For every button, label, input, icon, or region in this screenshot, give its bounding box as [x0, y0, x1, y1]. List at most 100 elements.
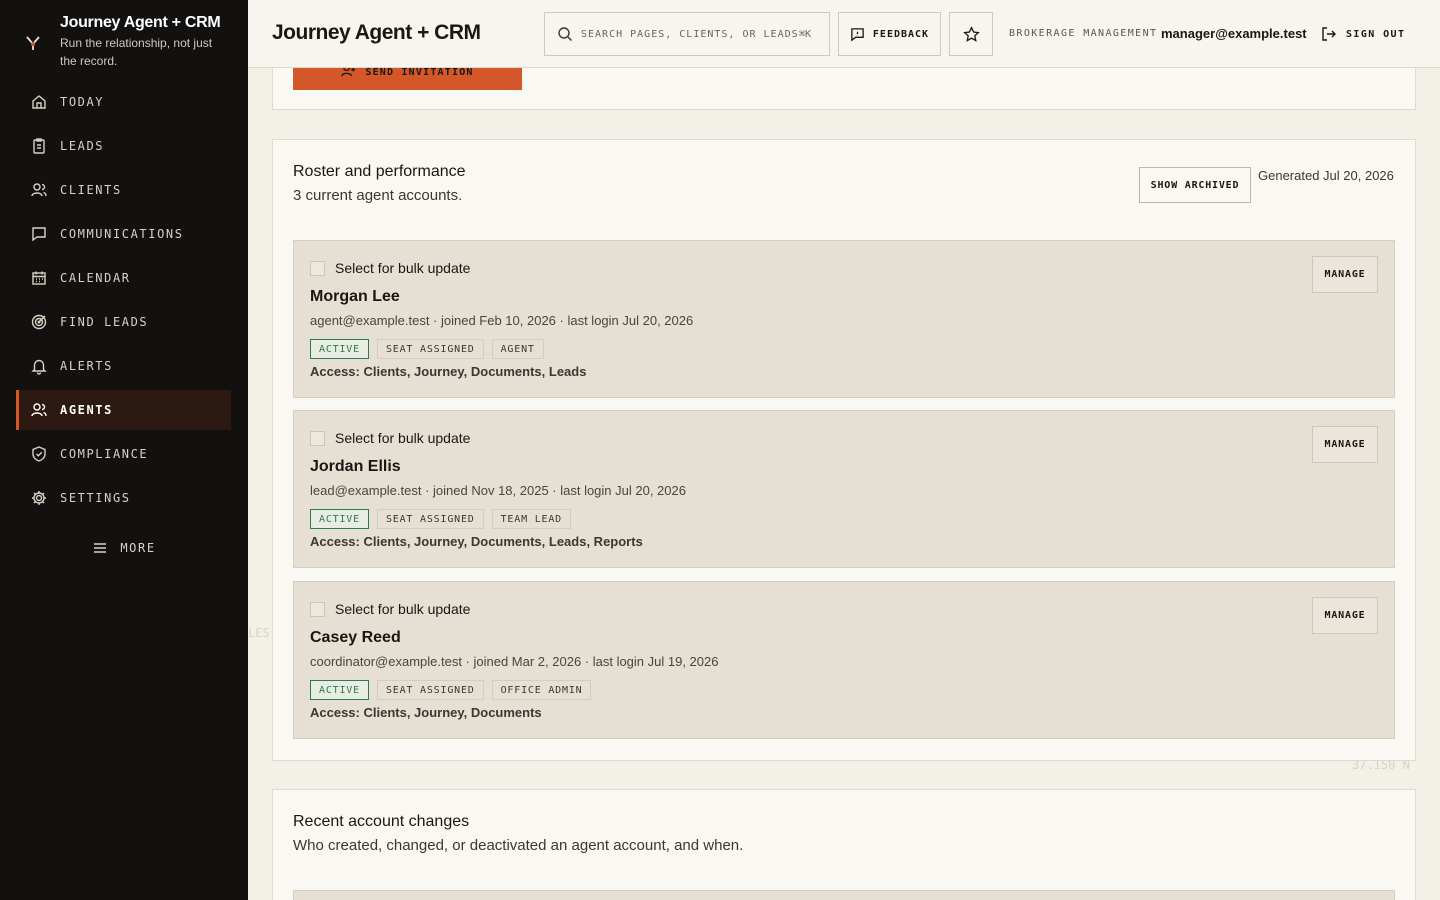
recent-change-row	[293, 890, 1395, 900]
more-button[interactable]: MORE	[0, 540, 248, 556]
recent-title: Recent account changes	[293, 813, 470, 830]
sidebar-nav: TODAY LEADS CLIENTS COMMUNICATIONS CALEN…	[0, 82, 248, 518]
sidebar-item-clients[interactable]: CLIENTS	[16, 170, 231, 210]
gear-icon	[32, 491, 46, 505]
sidebar-item-alerts[interactable]: ALERTS	[16, 346, 231, 386]
sign-out-label: SIGN OUT	[1346, 28, 1406, 40]
agent-tags: ACTIVE SEAT ASSIGNED TEAM LEAD	[310, 509, 579, 529]
logo-icon	[26, 36, 40, 50]
seat-badge: SEAT ASSIGNED	[376, 509, 484, 529]
sidebar-item-compliance[interactable]: COMPLIANCE	[16, 434, 231, 474]
sidebar-item-label: AGENTS	[60, 403, 113, 417]
sidebar-item-label: TODAY	[60, 95, 105, 109]
status-badge: ACTIVE	[310, 339, 369, 359]
sidebar-item-label: FIND LEADS	[60, 315, 149, 329]
brand[interactable]: Journey Agent + CRM Run the relationship…	[0, 0, 248, 82]
bulk-select-label: Select for bulk update	[335, 260, 471, 276]
feedback-label: FEEDBACK	[872, 28, 930, 40]
bulk-select-checkbox[interactable]	[310, 601, 325, 617]
manage-button[interactable]: MANAGE	[1312, 426, 1378, 463]
bulk-select-label: Select for bulk update	[335, 601, 471, 617]
favorite-button[interactable]	[949, 12, 993, 56]
message-icon	[32, 227, 46, 242]
target-icon	[31, 314, 47, 330]
status-badge: ACTIVE	[310, 680, 369, 700]
sign-out-icon	[1322, 27, 1336, 41]
agent-meta: agent@example.test · joined Feb 10, 2026…	[310, 313, 694, 328]
sidebar-item-agents[interactable]: AGENTS	[16, 390, 231, 430]
agent-access: Access: Clients, Journey, Documents, Lea…	[310, 364, 587, 379]
home-icon	[32, 95, 46, 109]
agent-meta: coordinator@example.test · joined Mar 2,…	[310, 654, 719, 669]
agent-name: Casey Reed	[310, 629, 401, 646]
sidebar-item-find-leads[interactable]: FIND LEADS	[16, 302, 231, 342]
send-invitation-button[interactable]: SEND INVITATION	[293, 68, 522, 90]
topbar: Journey Agent + CRM ⌘K FEEDBACK BROKERAG…	[248, 0, 1440, 68]
bulk-select[interactable]: Select for bulk update	[310, 260, 470, 276]
show-archived-button[interactable]: SHOW ARCHIVED	[1139, 167, 1251, 203]
sidebar-item-label: CALENDAR	[60, 271, 131, 285]
manage-button[interactable]: MANAGE	[1312, 597, 1378, 634]
seat-badge: SEAT ASSIGNED	[376, 680, 484, 700]
invite-panel: SEND INVITATION	[272, 68, 1416, 110]
bulk-select[interactable]: Select for bulk update	[310, 601, 470, 617]
bell-icon	[31, 359, 47, 375]
role-label: BROKERAGE MANAGEMENT	[1009, 28, 1158, 39]
more-label: MORE	[120, 541, 156, 555]
star-icon	[962, 25, 980, 42]
agent-card: Select for bulk update Casey Reed coordi…	[293, 581, 1395, 739]
sidebar-item-calendar[interactable]: CALENDAR	[16, 258, 231, 298]
sidebar-item-label: SETTINGS	[60, 491, 131, 505]
brand-title: Journey Agent + CRM	[60, 14, 221, 31]
sidebar-item-label: COMPLIANCE	[60, 447, 149, 461]
brand-subtitle: Run the relationship, not just the recor…	[60, 36, 213, 68]
status-badge: ACTIVE	[310, 509, 369, 529]
bulk-select[interactable]: Select for bulk update	[310, 430, 470, 446]
seat-badge: SEAT ASSIGNED	[376, 339, 484, 359]
map-edge-label: LES	[248, 626, 270, 640]
clipboard-icon	[33, 138, 45, 154]
users-icon	[31, 403, 47, 417]
roster-title: Roster and performance	[293, 163, 466, 180]
page-title: Journey Agent + CRM	[272, 21, 481, 44]
feedback-button[interactable]: FEEDBACK	[838, 12, 941, 56]
agent-card: Select for bulk update Morgan Lee agent@…	[293, 240, 1395, 398]
send-invitation-label: SEND INVITATION	[365, 68, 474, 78]
sidebar-item-label: COMMUNICATIONS	[60, 227, 184, 241]
agent-name: Morgan Lee	[310, 288, 400, 305]
agent-name: Jordan Ellis	[310, 458, 401, 475]
user-plus-icon	[341, 68, 356, 77]
user-email: manager@example.test	[1161, 26, 1307, 41]
role-badge: TEAM LEAD	[491, 509, 571, 529]
sidebar: Journey Agent + CRM Run the relationship…	[0, 0, 248, 900]
search-box[interactable]: ⌘K	[544, 12, 830, 56]
manage-button[interactable]: MANAGE	[1312, 256, 1378, 293]
sidebar-item-leads[interactable]: LEADS	[16, 126, 231, 166]
sidebar-item-communications[interactable]: COMMUNICATIONS	[16, 214, 231, 254]
menu-icon	[94, 543, 107, 553]
bulk-select-checkbox[interactable]	[310, 430, 325, 446]
sidebar-item-label: LEADS	[60, 139, 105, 153]
role-badge: OFFICE ADMIN	[491, 680, 592, 700]
agent-tags: ACTIVE SEAT ASSIGNED AGENT	[310, 339, 552, 359]
generated-date: Generated Jul 20, 2026	[1258, 168, 1394, 183]
agent-card: Select for bulk update Jordan Ellis lead…	[293, 410, 1395, 568]
shield-check-icon	[32, 446, 46, 462]
calendar-icon	[32, 271, 46, 285]
recent-changes-panel: Recent account changes Who created, chan…	[272, 789, 1416, 900]
sidebar-item-today[interactable]: TODAY	[16, 82, 231, 122]
agent-meta: lead@example.test · joined Nov 18, 2025 …	[310, 483, 686, 498]
sign-out-button[interactable]: SIGN OUT	[1321, 26, 1405, 42]
role-badge: AGENT	[491, 339, 544, 359]
sidebar-item-label: CLIENTS	[60, 183, 122, 197]
search-input[interactable]	[581, 28, 799, 40]
roster-subtitle: 3 current agent accounts.	[293, 187, 463, 204]
main-content[interactable]: 37.150 N LES SEND INVITATION Roster and …	[248, 68, 1440, 900]
roster-panel: Roster and performance 3 current agent a…	[272, 139, 1416, 761]
message-icon	[851, 27, 864, 41]
agent-tags: ACTIVE SEAT ASSIGNED OFFICE ADMIN	[310, 680, 599, 700]
sidebar-item-settings[interactable]: SETTINGS	[16, 478, 231, 518]
search-shortcut: ⌘K	[799, 28, 812, 40]
bulk-select-checkbox[interactable]	[310, 260, 325, 276]
recent-subtitle: Who created, changed, or deactivated an …	[293, 837, 744, 854]
